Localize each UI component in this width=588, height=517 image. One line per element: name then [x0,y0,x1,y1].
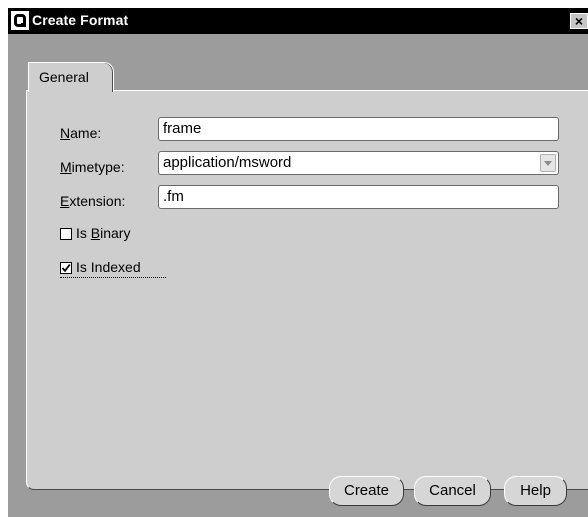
chevron-down-icon [544,161,552,166]
name-field[interactable]: frame [158,117,559,141]
is-binary-label: Is Binary [76,225,131,241]
create-button[interactable]: Create [329,476,404,506]
dialog-body: General Name: frame Mimetype: applicatio… [8,34,588,517]
dialog-title: Create Format [32,12,129,28]
tab-general[interactable]: General [28,62,114,92]
mimetype-label: Mimetype: [60,159,125,175]
tab-general-label: General [39,69,89,85]
extension-label: Extension: [60,193,126,209]
mimetype-dropdown-button[interactable] [540,154,556,172]
mimetype-select[interactable]: application/msword [158,151,559,175]
checkmark-icon [61,263,71,273]
close-icon[interactable]: × [570,13,588,29]
extension-field[interactable]: .fm [158,185,559,209]
name-label: Name: [60,125,102,141]
is-indexed-label: Is Indexed [76,259,141,275]
general-tab-panel: Name: frame Mimetype: application/msword… [26,90,588,490]
create-format-dialog: Create Format × General Name: frame Mime… [8,8,588,517]
cancel-button[interactable]: Cancel [414,476,491,506]
oracle-logo-icon [11,11,29,30]
focus-indicator [60,277,166,278]
title-bar[interactable]: Create Format × [8,8,588,34]
mimetype-value: application/msword [163,154,292,171]
help-button[interactable]: Help [504,476,567,506]
is-binary-checkbox[interactable] [60,228,72,240]
is-indexed-checkbox[interactable] [60,262,72,274]
